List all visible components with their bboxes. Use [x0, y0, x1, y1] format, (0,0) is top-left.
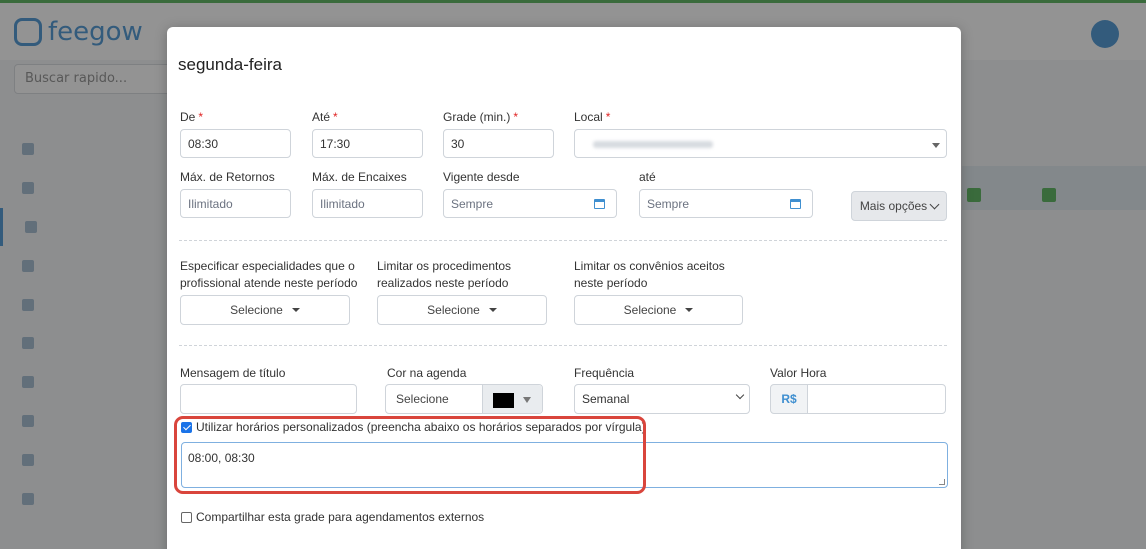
especialidades-select[interactable]: Selecione — [180, 295, 350, 325]
divider — [179, 240, 947, 241]
modal-title: segunda-feira — [178, 55, 282, 74]
mensagem-input[interactable] — [180, 384, 357, 414]
grade-input[interactable]: 30 — [443, 129, 554, 158]
required-mark: * — [198, 110, 204, 124]
frequencia-value: Semanal — [582, 392, 630, 406]
valor-hora-label: Valor Hora — [770, 366, 827, 380]
resize-handle-icon[interactable] — [939, 479, 945, 485]
frequencia-label: Frequência — [574, 366, 635, 380]
required-mark: * — [513, 110, 519, 124]
calendar-button[interactable] — [778, 189, 813, 218]
local-label: Local * — [574, 110, 611, 124]
mensagem-label: Mensagem de título — [180, 366, 286, 380]
caret-down-icon — [685, 308, 694, 312]
local-select[interactable] — [574, 129, 947, 158]
de-label: De * — [180, 110, 204, 124]
required-mark: * — [333, 110, 338, 124]
max-encaixes-label: Máx. de Encaixes — [312, 170, 407, 184]
color-swatch-button[interactable] — [482, 385, 542, 413]
mais-opcoes-button[interactable]: Mais opções — [851, 191, 947, 221]
procedimentos-select[interactable]: Selecione — [377, 295, 547, 325]
procedimentos-label: Limitar os procedimentos realizados nest… — [377, 259, 512, 290]
vigente-desde-input[interactable]: Sempre — [443, 189, 583, 218]
chevron-down-icon — [932, 143, 940, 148]
ate-input[interactable]: 17:30 — [312, 129, 423, 158]
valor-hora-input[interactable] — [807, 384, 946, 414]
caret-down-icon — [488, 308, 497, 312]
highlight-annotation — [174, 416, 646, 494]
especialidades-label: Especificar especialidades que o profiss… — [180, 259, 358, 290]
caret-down-icon — [291, 308, 300, 312]
chevron-down-icon — [735, 390, 745, 400]
cor-select-value: Selecione — [396, 392, 449, 406]
mais-opcoes-label: Mais opções — [859, 199, 928, 213]
redacted-text — [593, 141, 713, 148]
divider — [179, 345, 947, 346]
max-encaixes-input[interactable]: Ilimitado — [312, 189, 423, 218]
vigente-desde-label: Vigente desde — [443, 170, 520, 184]
currency-addon: R$ — [770, 384, 808, 414]
caret-down-icon — [523, 397, 531, 403]
cor-label: Cor na agenda — [387, 366, 467, 380]
share-checkbox[interactable] — [181, 511, 192, 523]
color-swatch — [493, 393, 514, 408]
cor-select[interactable]: Selecione — [385, 384, 543, 414]
grade-label: Grade (min.) * — [443, 110, 519, 124]
ate-date-label: até — [639, 170, 656, 184]
max-retornos-label: Máx. de Retornos — [180, 170, 275, 184]
calendar-icon — [789, 198, 801, 209]
calendar-button[interactable] — [582, 189, 617, 218]
calendar-icon — [593, 198, 605, 209]
convenios-label: Limitar os convênios aceitos neste perío… — [574, 259, 725, 290]
required-mark: * — [605, 110, 611, 124]
ate-date-input[interactable]: Sempre — [639, 189, 779, 218]
share-row: Compartilhar esta grade para agendamento… — [181, 510, 484, 524]
frequencia-select[interactable]: Semanal — [574, 384, 750, 414]
schedule-modal: segunda-feira De * 08:30 Até * 17:30 Grade… — [167, 27, 961, 549]
de-input[interactable]: 08:30 — [180, 129, 291, 158]
chevron-down-icon — [929, 199, 940, 209]
max-retornos-input[interactable]: Ilimitado — [180, 189, 291, 218]
ate-label: Até * — [312, 110, 338, 124]
share-label: Compartilhar esta grade para agendamento… — [196, 510, 485, 524]
convenios-select[interactable]: Selecione — [574, 295, 743, 325]
